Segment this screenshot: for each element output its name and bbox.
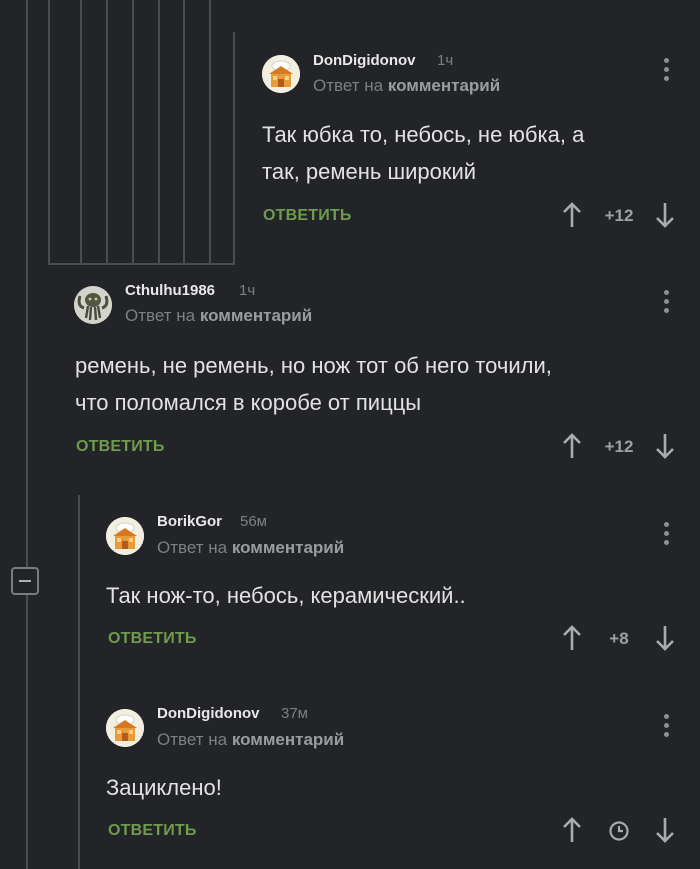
more-menu-icon[interactable]: [656, 290, 676, 316]
comment-text: Так юбка то, небось, не юбка, а так, рем…: [262, 116, 584, 190]
upvote-icon[interactable]: [561, 432, 583, 460]
reply-to-label: Ответ на комментарий: [157, 730, 344, 750]
comment-text-line: Так нож-то, небось, керамический..: [106, 583, 466, 608]
reply-to-prefix: Ответ на: [157, 538, 228, 557]
comment-time: 56м: [240, 513, 267, 530]
comment-text-line: что поломался в коробе от пиццы: [75, 390, 422, 415]
score: +12: [604, 206, 634, 225]
thread-line: [106, 0, 108, 265]
bakery-house-icon: [262, 55, 300, 93]
more-menu-icon[interactable]: [656, 58, 676, 84]
thread-line: [26, 0, 28, 869]
downvote-icon[interactable]: [654, 624, 676, 652]
comment-author[interactable]: Cthulhu1986: [125, 282, 215, 299]
thread-line: [48, 0, 50, 265]
reply-to-label: Ответ на комментарий: [125, 306, 312, 326]
score: +8: [609, 629, 629, 648]
reply-to-link[interactable]: комментарий: [232, 730, 344, 749]
downvote-icon[interactable]: [654, 201, 676, 229]
reply-to-label: Ответ на комментарий: [313, 76, 500, 96]
comment-text-line: так, ремень широкий: [262, 159, 477, 184]
thread-line: [233, 32, 235, 265]
upvote-icon[interactable]: [561, 624, 583, 652]
more-menu-icon[interactable]: [656, 714, 676, 740]
comment-text: ремень, не ремень, но нож тот об него то…: [75, 347, 552, 421]
reply-to-link[interactable]: комментарий: [388, 76, 500, 95]
reply-to-prefix: Ответ на: [125, 306, 196, 325]
thread-line: [183, 0, 185, 265]
downvote-icon[interactable]: [654, 432, 676, 460]
reply-to-prefix: Ответ на: [313, 76, 384, 95]
comment-author[interactable]: DonDigidonov: [313, 52, 415, 69]
reply-button[interactable]: ОТВЕТИТЬ: [108, 630, 197, 648]
thread-line: [209, 0, 211, 265]
cthulhu-avatar-icon: [74, 286, 112, 324]
avatar[interactable]: [262, 55, 300, 93]
comment-text: Так нож-то, небось, керамический..: [106, 577, 466, 614]
thread-line: [78, 495, 80, 869]
thread-line: [158, 0, 160, 265]
bakery-house-icon: [106, 517, 144, 555]
comment-time: 37м: [281, 705, 308, 722]
comment-author[interactable]: BorikGor: [157, 513, 222, 530]
avatar[interactable]: [106, 517, 144, 555]
more-menu-icon[interactable]: [656, 522, 676, 548]
reply-to-link[interactable]: комментарий: [200, 306, 312, 325]
reply-to-label: Ответ на комментарий: [157, 538, 344, 558]
upvote-icon[interactable]: [561, 201, 583, 229]
thread-line: [48, 263, 235, 265]
avatar[interactable]: [74, 286, 112, 324]
comment-text-line: ремень, не ремень, но нож тот об него то…: [75, 353, 552, 378]
score: +12: [604, 437, 634, 456]
clock-icon: [609, 821, 629, 841]
reply-to-link[interactable]: комментарий: [232, 538, 344, 557]
comment-text: Зациклено!: [106, 769, 222, 806]
comment-text-line: Так юбка то, небось, не юбка, а: [262, 122, 585, 147]
comment-author[interactable]: DonDigidonov: [157, 705, 259, 722]
upvote-icon[interactable]: [561, 816, 583, 844]
reply-button[interactable]: ОТВЕТИТЬ: [76, 438, 165, 456]
reply-to-prefix: Ответ на: [157, 730, 228, 749]
avatar[interactable]: [106, 709, 144, 747]
reply-button[interactable]: ОТВЕТИТЬ: [263, 207, 352, 225]
thread-line: [80, 0, 82, 265]
reply-button[interactable]: ОТВЕТИТЬ: [108, 822, 197, 840]
bakery-house-icon: [106, 709, 144, 747]
thread-line: [132, 0, 134, 265]
comment-text-line: Зациклено!: [106, 775, 222, 800]
collapse-thread-button[interactable]: [11, 567, 39, 595]
downvote-icon[interactable]: [654, 816, 676, 844]
comment-time: 1ч: [239, 282, 256, 299]
comment-time: 1ч: [437, 52, 454, 69]
